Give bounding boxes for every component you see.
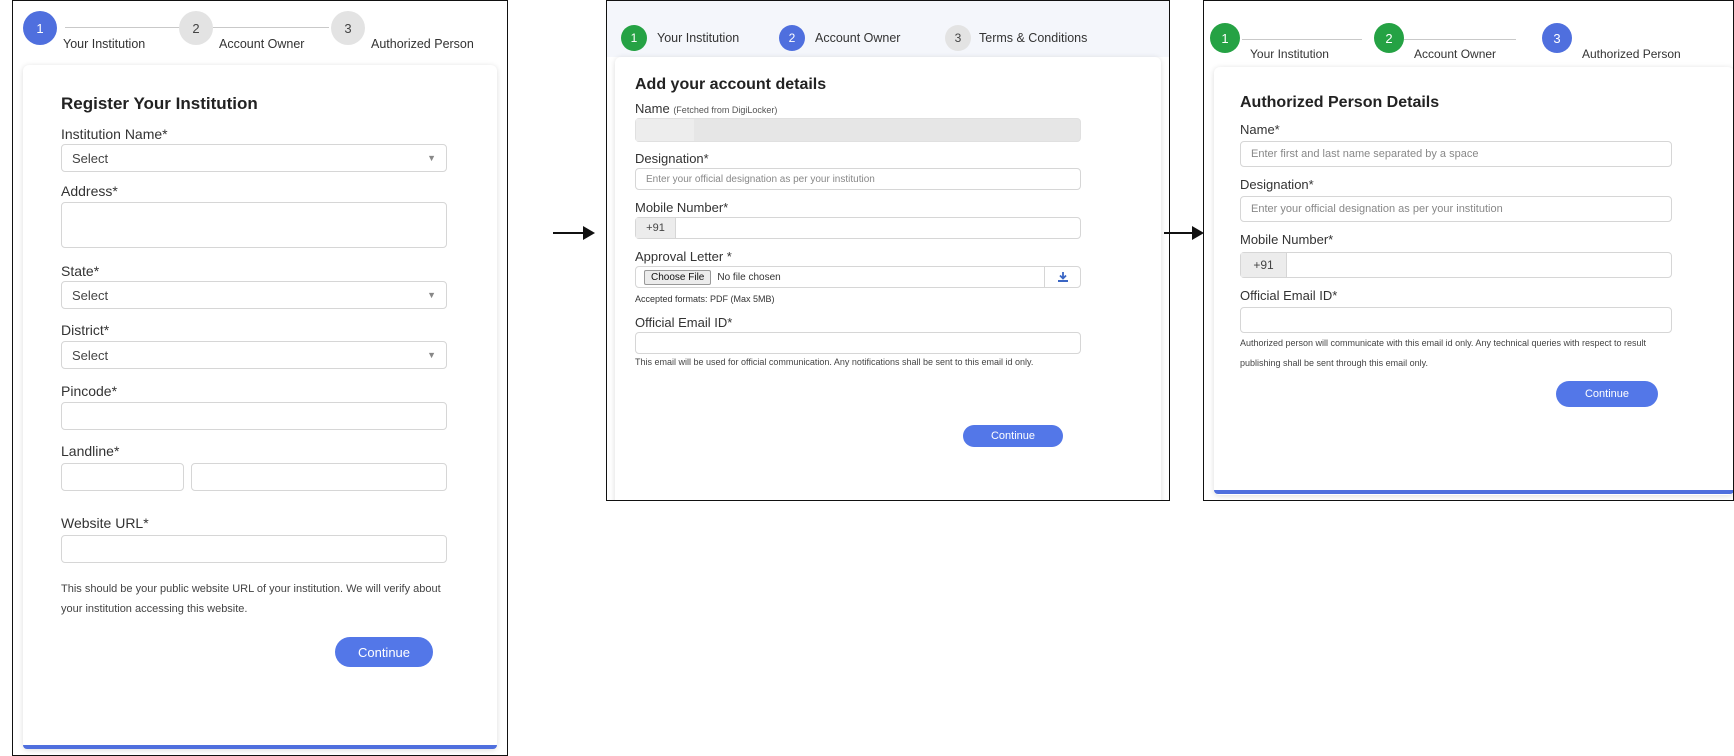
select-value: Select [72,287,109,303]
name-input[interactable]: Enter first and last name separated by a… [1240,141,1672,167]
card-accent-bar [23,745,497,749]
pincode-input[interactable] [61,402,447,430]
name-redacted [636,119,694,141]
no-file-text: No file chosen [717,271,781,283]
name-label-hint: (Fetched from DigiLocker) [673,105,778,115]
step-authorized-person[interactable]: 3 Authorized Person [331,11,474,51]
step-number: 2 [1374,23,1404,53]
email-input[interactable] [1240,307,1672,333]
chevron-down-icon: ▼ [427,153,436,163]
step-label: Your Institution [657,31,740,45]
email-label: Official Email ID* [635,315,733,330]
upload-icon[interactable] [1044,267,1080,287]
district-select[interactable]: Select ▼ [61,341,447,369]
landline-number-input[interactable] [191,463,447,491]
chevron-down-icon: ▼ [427,290,436,300]
name-readonly-field [635,118,1081,142]
step-label: Your Institution [63,37,146,51]
select-value: Select [72,150,109,166]
step-account-owner[interactable]: 2 Account Owner [179,11,304,51]
chevron-down-icon: ▼ [427,350,436,360]
step-account-owner[interactable]: 2 Account Owner [1374,23,1496,61]
step-terms-conditions[interactable]: 3 Terms & Conditions [945,25,1087,51]
select-value: Select [72,347,109,363]
form-card [1214,67,1733,495]
card-accent-bar [1214,490,1733,494]
flow-arrow [553,226,595,240]
step-label: Account Owner [815,31,901,45]
mobile-number-label: Mobile Number* [1240,232,1334,247]
continue-button[interactable]: Continue [335,637,433,667]
designation-label: Designation* [1240,177,1314,192]
landline-std-code-input[interactable] [61,463,184,491]
step-authorized-person[interactable]: 3 Authorized Person [1542,23,1681,61]
name-label: Name (Fetched from DigiLocker) [635,101,777,116]
continue-button[interactable]: Continue [1556,381,1658,407]
email-note: Authorized person will communicate with … [1240,338,1647,368]
designation-label: Designation* [635,151,709,166]
step-number: 3 [1542,23,1572,53]
step-label: Account Owner [1414,47,1497,61]
page-title: Register Your Institution [61,94,258,113]
website-url-note: This should be your public website URL o… [61,583,441,615]
step-label: Account Owner [219,37,305,51]
step-label: Authorized Person [1582,47,1681,61]
country-code-prefix: +91 [1241,253,1287,277]
pincode-label: Pincode* [61,383,118,399]
website-url-label: Website URL* [61,515,149,531]
step-your-institution[interactable]: 1 Your Institution [1210,23,1329,61]
institution-name-select[interactable]: Select ▼ [61,144,447,172]
page-title: Authorized Person Details [1240,94,1440,111]
district-label: District* [61,322,110,338]
institution-name-label: Institution Name* [61,126,168,142]
approval-letter-file-input[interactable]: Choose File No file chosen [635,266,1081,288]
step-number: 1 [1210,23,1240,53]
authorized-person-panel: 1 Your Institution 2 Account Owner 3 Aut… [1203,0,1734,501]
step-number: 2 [179,11,213,45]
account-details-panel: 1 Your Institution 2 Account Owner 3 Ter… [606,0,1170,501]
address-label: Address* [61,183,118,199]
name-label-text: Name [635,101,670,116]
flow-arrow [1164,226,1204,240]
institution-registration-panel: 1 Your Institution 2 Account Owner 3 Aut… [12,0,508,756]
address-input[interactable] [61,202,447,248]
step-account-owner[interactable]: 2 Account Owner [779,25,900,51]
designation-input[interactable]: Enter your official designation as per y… [1240,196,1672,222]
country-code-prefix: +91 [636,218,676,238]
website-url-input[interactable] [61,535,447,563]
step-your-institution[interactable]: 1 Your Institution [621,25,739,51]
accepted-formats-note: Accepted formats: PDF (Max 5MB) [635,294,775,304]
designation-input[interactable]: Enter your official designation as per y… [635,168,1081,190]
name-label: Name* [1240,122,1280,137]
state-select[interactable]: Select ▼ [61,281,447,309]
approval-letter-label: Approval Letter * [635,249,732,264]
email-label: Official Email ID* [1240,288,1338,303]
step-your-institution[interactable]: 1 Your Institution [23,11,145,51]
page-title: Add your account details [635,76,827,93]
step-number: 3 [331,11,365,45]
step-number: 3 [945,25,971,51]
email-input[interactable] [635,332,1081,354]
choose-file-button[interactable]: Choose File [644,269,712,285]
step-label: Authorized Person [371,37,474,51]
mobile-number-input[interactable]: +91 [635,217,1081,239]
step-number: 1 [621,25,647,51]
step-label: Your Institution [1250,47,1329,61]
step-label: Terms & Conditions [979,31,1088,45]
step-number: 1 [23,11,57,45]
mobile-number-input[interactable]: +91 [1240,252,1672,278]
state-label: State* [61,263,100,279]
step-number: 2 [779,25,805,51]
continue-button[interactable]: Continue [963,425,1063,447]
mobile-number-label: Mobile Number* [635,200,729,215]
landline-label: Landline* [61,443,120,459]
email-note: This email will be used for official com… [635,357,1034,367]
